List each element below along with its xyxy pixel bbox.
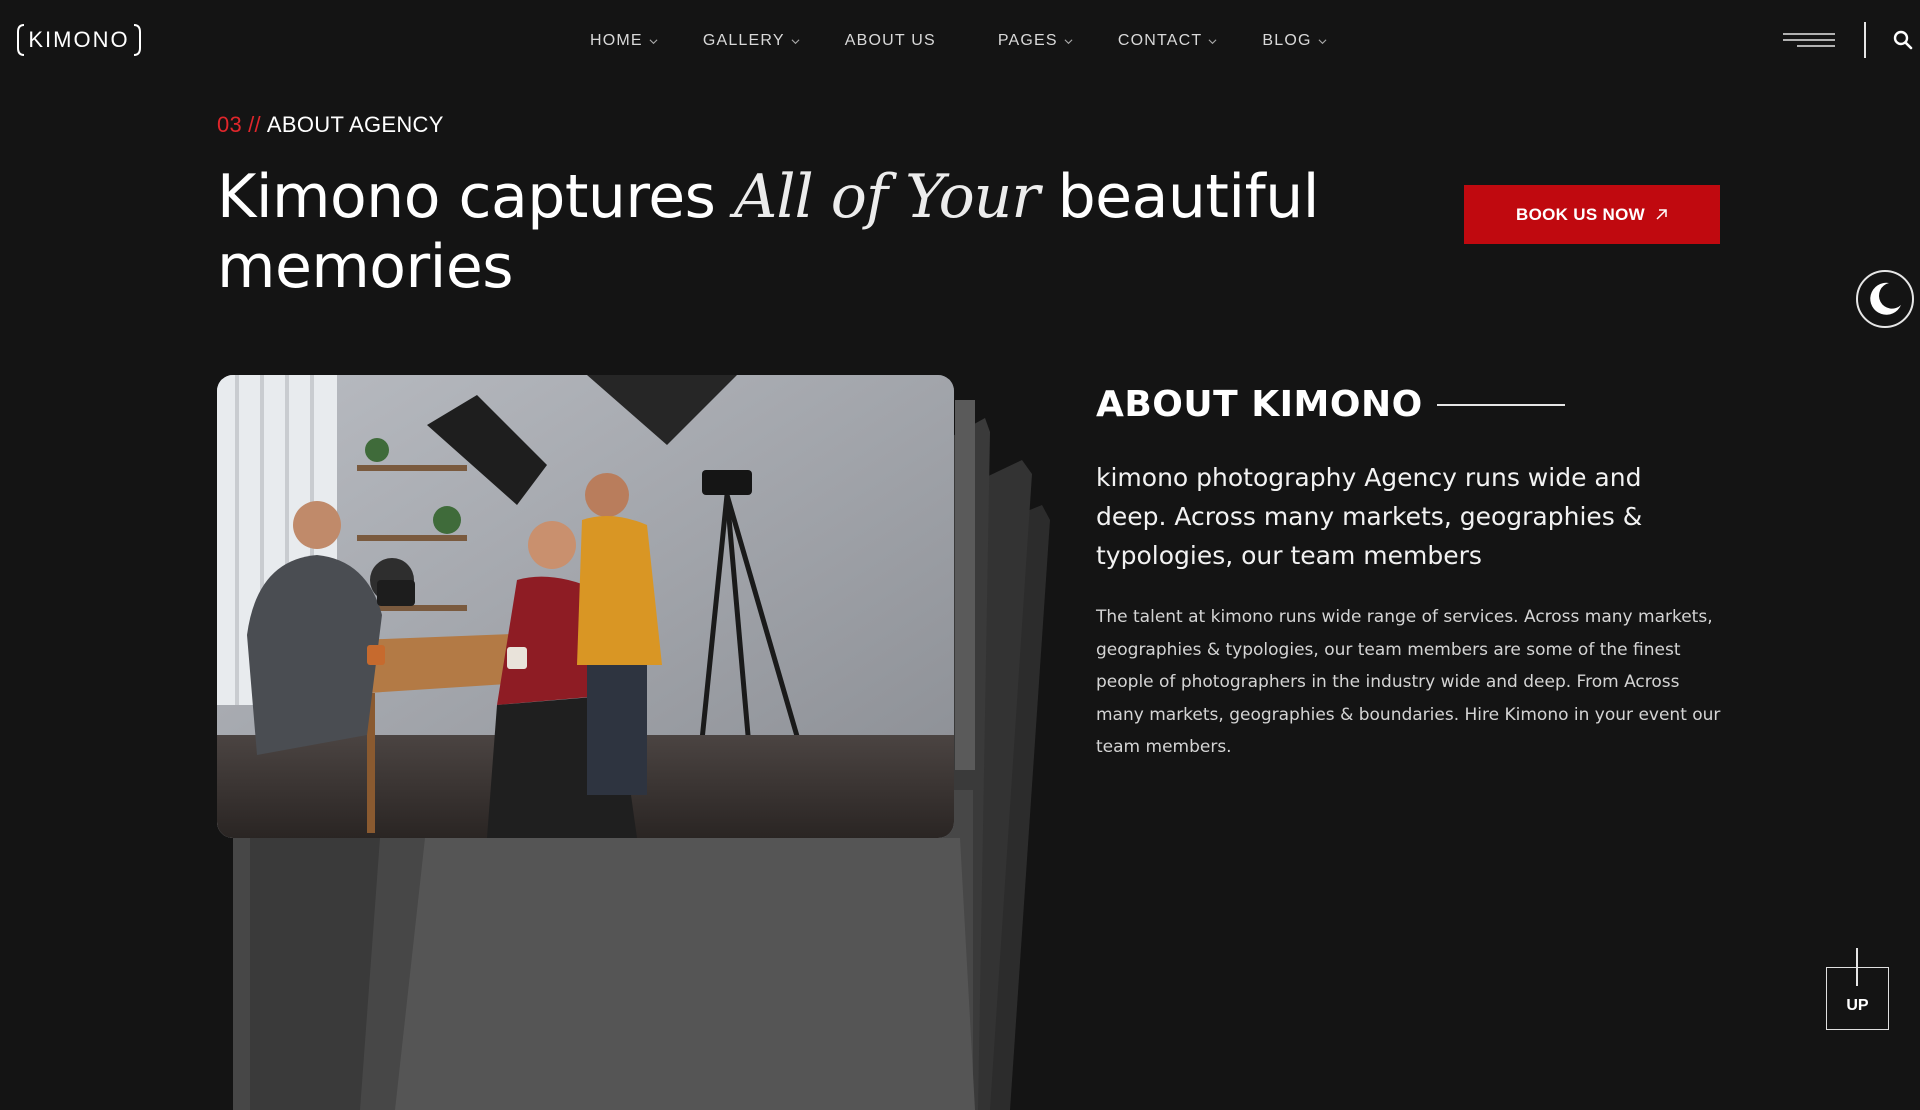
stack-card-1 — [233, 790, 973, 1110]
nav-item-pages[interactable]: PAGES — [998, 32, 1073, 50]
nav-item-label: ABOUT US — [844, 32, 936, 49]
header-divider — [1864, 22, 1866, 58]
nav-item-label: BLOG — [1262, 32, 1312, 49]
chevron-down-icon — [1318, 38, 1327, 44]
nav-item-blog[interactable]: BLOG — [1262, 32, 1327, 50]
chevron-down-icon — [1208, 38, 1217, 44]
page: KIMONO HOME GALLERY ABOUT US PAGES CONTA… — [0, 0, 1920, 1110]
section-eyebrow: 03//ABOUT AGENCY — [217, 112, 444, 138]
about-heading-row: ABOUT KIMONO — [1096, 384, 1565, 425]
scroll-up-button[interactable]: UP — [1826, 948, 1889, 1030]
arrow-up-right-icon — [1656, 209, 1667, 220]
stack-edge — [955, 400, 975, 770]
stack-shadow — [250, 838, 380, 1110]
nav-item-about-us[interactable]: ABOUT US — [845, 32, 936, 50]
nav-item-label: PAGES — [997, 32, 1058, 49]
headline-part-1: Kimono captures — [217, 162, 716, 232]
book-button-label: BOOK US NOW — [1516, 204, 1645, 224]
nav-item-home[interactable]: HOME — [590, 32, 658, 50]
main-nav: HOME GALLERY ABOUT US PAGES CONTACT BLOG — [590, 0, 1372, 82]
nav-item-label: HOME — [590, 32, 643, 49]
hamburger-menu-icon[interactable] — [1783, 30, 1835, 50]
book-us-now-button[interactable]: BOOK US NOW — [1464, 185, 1720, 244]
moon-icon — [1870, 282, 1901, 315]
chevron-down-icon — [649, 38, 658, 44]
about-title-rule — [1436, 403, 1565, 406]
eyebrow-text: ABOUT AGENCY — [266, 112, 444, 137]
eyebrow-number: 03 — [217, 112, 243, 137]
page-title: Kimono captures All of Your beautiful me… — [217, 162, 1337, 302]
stack-card-front — [395, 838, 975, 1110]
eyebrow-separator: // — [248, 112, 261, 137]
chevron-down-icon — [1064, 38, 1073, 44]
dark-mode-toggle[interactable] — [1856, 270, 1914, 328]
nav-item-contact[interactable]: CONTACT — [1118, 32, 1218, 50]
about-lead-text: kimono photography Agency runs wide and … — [1096, 463, 1643, 570]
scroll-up-line — [1856, 948, 1858, 986]
logo[interactable]: KIMONO — [16, 22, 142, 58]
logo-text: KIMONO — [28, 27, 130, 52]
scroll-up-label: UP — [1846, 997, 1869, 1014]
search-icon[interactable] — [1893, 30, 1913, 50]
site-header: KIMONO HOME GALLERY ABOUT US PAGES CONTA… — [0, 0, 1920, 82]
nav-item-label: CONTACT — [1117, 32, 1203, 49]
nav-item-gallery[interactable]: GALLERY — [703, 32, 800, 50]
about-title: ABOUT KIMONO — [1096, 384, 1423, 425]
nav-item-label: GALLERY — [702, 32, 785, 49]
studio-photo — [217, 375, 954, 838]
studio-photo-illustration — [217, 375, 954, 838]
about-body-text: The talent at kimono runs wide range of … — [1096, 607, 1721, 757]
headline-italic: All of Your — [733, 162, 1040, 232]
chevron-down-icon — [791, 38, 800, 44]
